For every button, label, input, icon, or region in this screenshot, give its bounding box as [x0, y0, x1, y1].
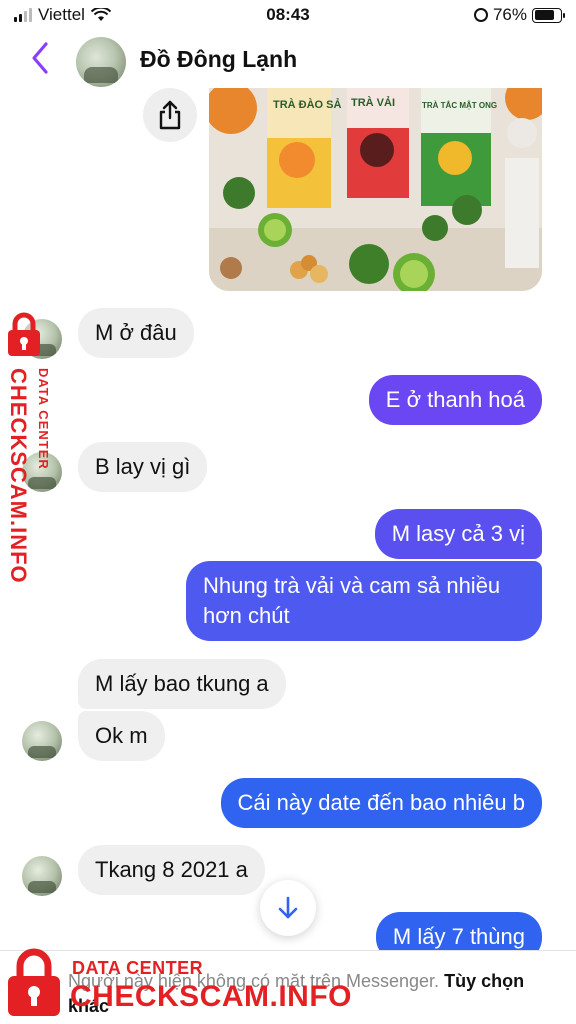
watermark-side: CHECKSCAM.INFO DATA CENTER [2, 308, 54, 598]
message-bubble-incoming[interactable]: Ok m [78, 711, 165, 761]
carton-label-1: TRÀ ĐÀO SẢ [273, 98, 342, 111]
watermark-side-big: CHECKSCAM.INFO [6, 368, 31, 584]
shared-photo[interactable]: TRÀ ĐÀO SẢ TRÀ VẢI TRÀ TẮC MẬT ONG [209, 88, 542, 291]
footer-notice: Người này hiện không có mặt trên Messeng… [68, 969, 538, 1019]
status-bar: Viettel 08:43 76% [0, 0, 576, 30]
status-right: 76% [473, 5, 565, 25]
unavailable-footer: Người này hiện không có mặt trên Messeng… [0, 950, 576, 1024]
battery-fill [534, 10, 554, 20]
battery-icon [532, 7, 565, 23]
product-photo-image: TRÀ ĐÀO SẢ TRÀ VẢI TRÀ TẮC MẬT ONG [209, 88, 542, 291]
carton-label-3: TRÀ TẮC MẬT ONG [422, 101, 497, 110]
arrow-down-icon [278, 896, 298, 919]
orientation-lock-icon [473, 8, 488, 22]
message-bubble-incoming[interactable]: M ở đâu [78, 308, 194, 358]
message-bubble-outgoing[interactable]: Cái này date đến bao nhiêu b [220, 778, 542, 828]
scroll-to-bottom-button[interactable] [260, 880, 316, 936]
share-icon [159, 100, 181, 130]
message-bubble-incoming[interactable]: Tkang 8 2021 a [78, 845, 265, 895]
footer-notice-text: Người này hiện không có mặt trên Messeng… [68, 971, 440, 991]
message-bubble-outgoing[interactable]: E ở thanh hoá [368, 375, 542, 425]
sender-avatar[interactable] [22, 721, 62, 761]
sender-avatar[interactable] [22, 856, 62, 896]
contact-avatar[interactable] [76, 37, 126, 87]
padlock-icon [8, 312, 40, 356]
chevron-left-icon [32, 42, 48, 74]
share-button[interactable] [143, 88, 197, 142]
message-bubble-outgoing[interactable]: M lasy cả 3 vị [374, 509, 542, 559]
message-bubble-incoming[interactable]: B lay vị gì [78, 442, 208, 492]
contact-name[interactable]: Đồ Đông Lạnh [140, 46, 297, 73]
carton-label-2: TRÀ VẢI [351, 96, 395, 109]
message-bubble-outgoing[interactable]: Nhung trà vải và cam sả nhiều hơn chút [186, 561, 542, 641]
watermark-side-small: DATA CENTER [36, 368, 51, 470]
chat-header: Đồ Đông Lạnh [0, 30, 576, 88]
back-button[interactable] [24, 38, 58, 78]
message-bubble-incoming[interactable]: M lấy bao tkung a [78, 659, 286, 709]
battery-percent: 76% [492, 5, 527, 24]
